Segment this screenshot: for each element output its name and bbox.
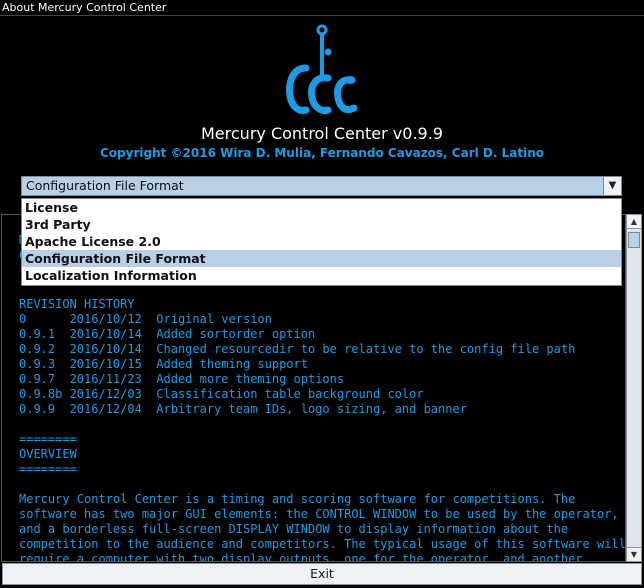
window-title-bar: About Mercury Control Center — [0, 0, 644, 16]
section-selector[interactable]: Configuration File Format ▼ — [21, 176, 622, 196]
mcc-logo-icon — [286, 24, 358, 114]
scroll-thumb[interactable] — [628, 232, 640, 248]
exit-button[interactable]: Exit — [2, 563, 642, 585]
app-title: Mercury Control Center v0.9.9 — [201, 124, 443, 143]
scroll-down-icon[interactable]: ▼ — [627, 547, 641, 561]
dropdown-option-apache-license[interactable]: Apache License 2.0 — [22, 233, 621, 250]
dropdown-option-configuration-file-format[interactable]: Configuration File Format — [22, 250, 621, 267]
dropdown-option-localization-information[interactable]: Localization Information — [22, 267, 621, 284]
scroll-up-icon[interactable]: ▲ — [627, 215, 641, 229]
copyright-text: Copyright ©2016 Wira D. Mulia, Fernando … — [100, 146, 544, 160]
document-text: REVISION HISTORY 0 2016/10/12 Original v… — [19, 297, 626, 562]
vertical-scrollbar[interactable]: ▲ ▼ — [626, 214, 642, 562]
dropdown-option-license[interactable]: License — [22, 199, 621, 216]
section-dropdown-list: License 3rd Party Apache License 2.0 Con… — [21, 198, 622, 286]
dropdown-option-3rd-party[interactable]: 3rd Party — [22, 216, 621, 233]
chevron-down-icon[interactable]: ▼ — [603, 177, 621, 195]
section-selector-value: Configuration File Format — [26, 178, 184, 193]
about-window: About Mercury Control Center Mercury Con… — [0, 0, 644, 588]
